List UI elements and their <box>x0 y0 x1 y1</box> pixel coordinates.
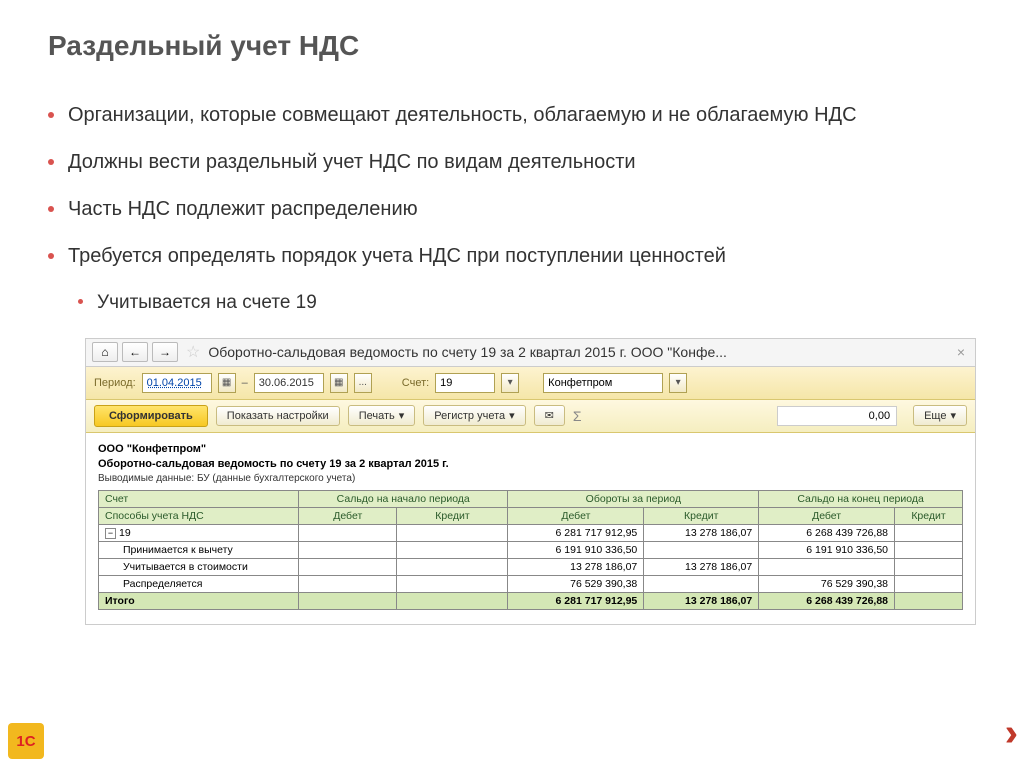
bullet-item: Часть НДС подлежит распределению <box>48 196 976 223</box>
collapse-icon[interactable]: − <box>105 528 116 539</box>
cell-value: 13 278 186,07 <box>644 592 759 609</box>
table-row[interactable]: Учитывается в стоимости 13 278 186,07 13… <box>99 558 963 575</box>
print-button[interactable]: Печать ▾ <box>348 405 416 426</box>
account-label: Счет: <box>402 377 429 389</box>
window-title: Оборотно-сальдовая ведомость по счету 19… <box>208 344 948 360</box>
report-subtitle: Выводимые данные: БУ (данные бухгалтерск… <box>98 473 963 484</box>
close-button[interactable]: × <box>953 344 969 360</box>
more-label: Еще <box>924 410 946 422</box>
more-button[interactable]: Еще ▾ <box>913 405 967 426</box>
bullet-dot-icon <box>48 112 54 118</box>
col-credit: Кредит <box>895 507 963 524</box>
report-title: Оборотно-сальдовая ведомость по счету 19… <box>98 458 963 470</box>
bullet-dot-icon <box>78 299 83 304</box>
col-turnover: Обороты за период <box>508 490 759 507</box>
report-body: ООО "Конфетпром" Оборотно-сальдовая ведо… <box>86 433 975 624</box>
print-label: Печать <box>359 410 395 422</box>
bullet-item: Организации, которые совмещают деятельно… <box>48 102 976 129</box>
cell-value: 6 191 910 336,50 <box>759 541 895 558</box>
forward-button[interactable]: → <box>152 342 178 362</box>
show-settings-button[interactable]: Показать настройки <box>216 406 340 426</box>
cell-value: 6 268 439 726,88 <box>759 524 895 541</box>
bullet-text: Часть НДС подлежит распределению <box>68 196 418 223</box>
table-row[interactable]: Принимается к вычету 6 191 910 336,50 6 … <box>99 541 963 558</box>
cell-label: Принимается к вычету <box>99 541 299 558</box>
cell-label: Итого <box>99 592 299 609</box>
sub-bullet-item: Учитывается на счете 19 <box>78 290 976 316</box>
favorite-icon[interactable]: ☆ <box>186 342 200 362</box>
register-label: Регистр учета <box>434 410 505 422</box>
dropdown-icon: ▾ <box>399 409 405 422</box>
col-end-balance: Сальдо на конец периода <box>759 490 963 507</box>
table-row[interactable]: Распределяется 76 529 390,38 76 529 390,… <box>99 575 963 592</box>
form-report-button[interactable]: Сформировать <box>94 405 208 427</box>
bullet-dot-icon <box>48 253 54 259</box>
col-start-balance: Сальдо на начало периода <box>299 490 508 507</box>
cell-label: 19 <box>119 527 131 539</box>
bullet-text: Должны вести раздельный учет НДС по вида… <box>68 149 636 176</box>
action-toolbar: Сформировать Показать настройки Печать▾ … <box>86 400 975 433</box>
back-button[interactable]: ← <box>122 342 148 362</box>
cell-value: 76 529 390,38 <box>759 575 895 592</box>
report-org: ООО "Конфетпром" <box>98 443 963 455</box>
cell-value: 13 278 186,07 <box>644 524 759 541</box>
app-window: ⌂ ← → ☆ Оборотно-сальдовая ведомость по … <box>85 338 976 625</box>
logo-1c-icon: 1C <box>8 723 44 759</box>
slide-title: Раздельный учет НДС <box>0 0 1024 72</box>
cell-value <box>644 541 759 558</box>
window-titlebar: ⌂ ← → ☆ Оборотно-сальдовая ведомость по … <box>86 339 975 367</box>
sigma-icon: Σ <box>573 408 582 424</box>
cell-value: 6 281 717 912,95 <box>508 524 644 541</box>
register-button[interactable]: Регистр учета ▾ <box>423 405 525 426</box>
table-row[interactable]: −19 6 281 717 912,95 13 278 186,07 6 268… <box>99 524 963 541</box>
calendar-icon[interactable]: ▦ <box>218 373 236 393</box>
bullet-text: Учитывается на счете 19 <box>97 290 317 316</box>
table-total-row: Итого 6 281 717 912,95 13 278 186,07 6 2… <box>99 592 963 609</box>
cell-value: 13 278 186,07 <box>644 558 759 575</box>
dropdown-icon: ▾ <box>950 409 956 422</box>
col-credit: Кредит <box>397 507 508 524</box>
cell-value <box>644 575 759 592</box>
bullet-item: Требуется определять порядок учета НДС п… <box>48 243 976 270</box>
col-debit: Дебет <box>508 507 644 524</box>
col-method: Способы учета НДС <box>99 507 299 524</box>
cell-value: 6 268 439 726,88 <box>759 592 895 609</box>
next-slide-icon[interactable]: ›› <box>1005 712 1006 755</box>
cell-label: Учитывается в стоимости <box>99 558 299 575</box>
cell-value: 76 529 390,38 <box>508 575 644 592</box>
cell-value: 6 281 717 912,95 <box>508 592 644 609</box>
bullet-dot-icon <box>48 206 54 212</box>
col-credit: Кредит <box>644 507 759 524</box>
col-debit: Дебет <box>759 507 895 524</box>
bullet-text: Требуется определять порядок учета НДС п… <box>68 243 726 270</box>
dash-label: – <box>242 377 248 389</box>
cell-value: 13 278 186,07 <box>508 558 644 575</box>
calendar-icon[interactable]: ▦ <box>330 373 348 393</box>
bullet-dot-icon <box>48 159 54 165</box>
account-input[interactable] <box>435 373 495 393</box>
period-label: Период: <box>94 377 136 389</box>
report-table: Счет Сальдо на начало периода Обороты за… <box>98 490 963 610</box>
params-bar: Период: ▦ – ▦ ... Счет: ▾ ▾ <box>86 367 975 400</box>
cell-label: Распределяется <box>99 575 299 592</box>
col-debit: Дебет <box>299 507 397 524</box>
email-button[interactable]: ✉ <box>534 405 565 426</box>
cell-value <box>759 558 895 575</box>
period-picker-button[interactable]: ... <box>354 373 372 393</box>
dropdown-icon[interactable]: ▾ <box>501 373 519 393</box>
dropdown-icon: ▾ <box>509 409 515 422</box>
cell-value: 6 191 910 336,50 <box>508 541 644 558</box>
bullet-list: Организации, которые совмещают деятельно… <box>0 72 1024 338</box>
bullet-text: Организации, которые совмещают деятельно… <box>68 102 857 129</box>
date-to-input[interactable] <box>254 373 324 393</box>
sum-field[interactable] <box>777 406 897 426</box>
home-button[interactable]: ⌂ <box>92 342 118 362</box>
organization-input[interactable] <box>543 373 663 393</box>
bullet-item: Должны вести раздельный учет НДС по вида… <box>48 149 976 176</box>
dropdown-icon[interactable]: ▾ <box>669 373 687 393</box>
date-from-input[interactable] <box>142 373 212 393</box>
col-account: Счет <box>99 490 299 507</box>
